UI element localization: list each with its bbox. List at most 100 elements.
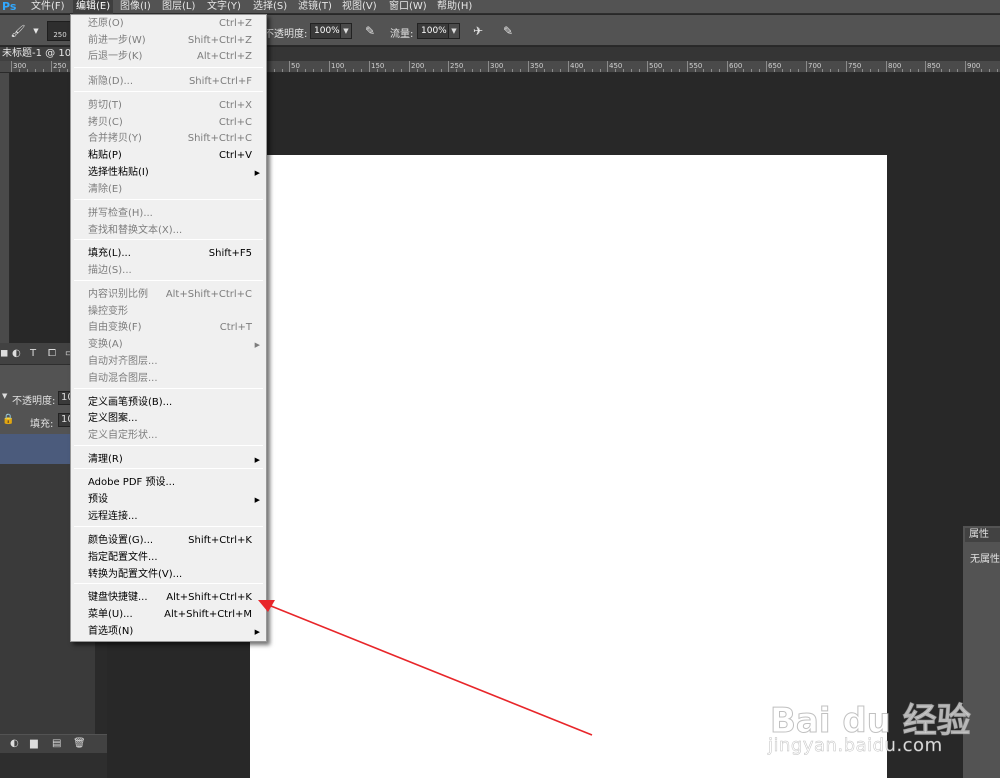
edit-menu-item[interactable]: 定义画笔预设(B)... <box>71 395 266 411</box>
type-filter-icon[interactable]: T <box>30 348 36 359</box>
menu-layer[interactable]: 图层(L) <box>162 0 195 14</box>
lock-icon[interactable]: 🔒 <box>2 414 14 425</box>
edit-menu-item[interactable]: 查找和替换文本(X)... <box>71 223 266 239</box>
edit-menu-item[interactable]: 内容识别比例 Alt+Shift+Ctrl+C <box>71 287 266 303</box>
menu-file[interactable]: 文件(F) <box>31 0 65 14</box>
edit-menu-item[interactable]: 颜色设置(G)... Shift+Ctrl+K <box>71 533 266 549</box>
menu-separator <box>74 468 263 469</box>
shape-filter-icon[interactable]: ⧠ <box>48 348 56 359</box>
edit-menu-item[interactable]: 还原(O) Ctrl+Z <box>71 16 266 32</box>
ruler-minor-tick <box>759 69 760 72</box>
ruler-minor-tick <box>353 69 354 72</box>
edit-menu-item[interactable]: 合并拷贝(Y) Shift+Ctrl+C <box>71 131 266 147</box>
menu-view[interactable]: 视图(V) <box>342 0 377 14</box>
menu-item-label: 拷贝(C) <box>88 117 123 128</box>
edit-menu-item[interactable]: 粘贴(P) Ctrl+V <box>71 148 266 164</box>
edit-menu-item[interactable]: 指定配置文件... <box>71 550 266 566</box>
submenu-arrow-icon: ▶ <box>254 628 260 636</box>
menu-image[interactable]: 图像(I) <box>120 0 151 14</box>
submenu-arrow-icon: ▶ <box>254 169 260 177</box>
ruler-minor-tick <box>774 69 775 72</box>
edit-menu-item[interactable]: 首选项(N) ▶ <box>71 624 266 640</box>
edit-menu-item[interactable]: 渐隐(D)... Shift+Ctrl+F <box>71 74 266 90</box>
opacity-dropdown-icon[interactable]: ▼ <box>340 23 352 39</box>
edit-menu-item[interactable]: 操控变形 <box>71 304 266 320</box>
edit-menu-item[interactable]: 剪切(T) Ctrl+X <box>71 98 266 114</box>
menu-item-label: 拼写检查(H)... <box>88 208 153 219</box>
pressure-opacity-icon[interactable]: ✎ <box>362 23 378 39</box>
adjustment-filter-icon[interactable]: ◐ <box>12 348 21 359</box>
menu-item-label: 描边(S)... <box>88 265 132 276</box>
menu-edit[interactable]: 编辑(E) <box>73 0 114 14</box>
edit-menu-item[interactable]: 转换为配置文件(V)... <box>71 567 266 583</box>
watermark-url: jingyan.baidu.com <box>768 735 943 757</box>
vertical-ruler <box>0 73 10 343</box>
edit-menu-item[interactable]: 拷贝(C) Ctrl+C <box>71 115 266 131</box>
edit-menu-item[interactable]: 后退一步(K) Alt+Ctrl+Z <box>71 49 266 65</box>
brush-tool-icon[interactable]: 🖌 <box>10 23 26 39</box>
menu-select[interactable]: 选择(S) <box>253 0 287 14</box>
ruler-minor-tick <box>433 69 434 72</box>
ruler-minor-tick <box>918 69 919 72</box>
ruler-minor-tick <box>910 69 911 72</box>
edit-menu-item[interactable]: 清理(R) ▶ <box>71 452 266 468</box>
chevron-down-icon[interactable]: ▼ <box>2 392 7 400</box>
edit-menu-item[interactable]: Adobe PDF 预设... <box>71 475 266 491</box>
adjustment-layer-icon[interactable]: ◐ <box>10 738 19 749</box>
chevron-down-icon[interactable]: ▼ <box>28 23 44 39</box>
flow-dropdown-icon[interactable]: ▼ <box>448 23 460 39</box>
pressure-size-icon[interactable]: ✎ <box>500 23 516 39</box>
ruler-minor-tick <box>337 69 338 72</box>
menu-item-label: 变换(A) <box>88 339 123 350</box>
menu-item-shortcut: Alt+Shift+Ctrl+C <box>165 289 252 300</box>
menu-separator <box>74 388 263 389</box>
ruler-minor-tick <box>894 69 895 72</box>
edit-menu-item[interactable]: 拼写检查(H)... <box>71 206 266 222</box>
edit-menu-item[interactable]: 远程连接... <box>71 509 266 525</box>
new-layer-icon[interactable]: ▤ <box>52 738 61 749</box>
edit-menu-item[interactable]: 自动混合图层... <box>71 371 266 387</box>
ruler-minor-tick <box>933 69 934 72</box>
edit-menu-item[interactable]: 键盘快捷键... Alt+Shift+Ctrl+K <box>71 590 266 606</box>
menu-filter[interactable]: 滤镜(T) <box>298 0 332 14</box>
edit-menu-item[interactable]: 定义图案... <box>71 411 266 427</box>
edit-menu-item[interactable]: 填充(L)... Shift+F5 <box>71 246 266 262</box>
ruler-minor-tick <box>743 69 744 72</box>
submenu-arrow-icon: ▶ <box>254 341 260 349</box>
edit-menu-item[interactable]: 定义自定形状... <box>71 428 266 444</box>
ruler-minor-tick <box>782 69 783 72</box>
edit-menu-item[interactable]: 自由变换(F) Ctrl+T <box>71 320 266 336</box>
pixel-filter-icon[interactable]: ◼ <box>0 348 8 359</box>
ruler-minor-tick <box>838 69 839 72</box>
edit-menu-item[interactable]: 前进一步(W) Shift+Ctrl+Z <box>71 33 266 49</box>
document-tab[interactable]: 未标题-1 @ 10 <box>0 47 80 61</box>
ruler-minor-tick <box>464 69 465 72</box>
edit-menu-item[interactable]: 清除(E) <box>71 182 266 198</box>
folder-icon[interactable]: ▆ <box>30 738 38 749</box>
edit-menu-item[interactable]: 预设 ▶ <box>71 492 266 508</box>
edit-menu-item[interactable]: 变换(A) ▶ <box>71 337 266 353</box>
document-canvas[interactable] <box>250 155 887 778</box>
menu-item-shortcut: Alt+Shift+Ctrl+K <box>166 592 252 603</box>
menu-item-label: 颜色设置(G)... <box>88 535 154 546</box>
menu-item-label: 渐隐(D)... <box>88 76 134 87</box>
menu-item-label: 自由变换(F) <box>88 322 142 333</box>
ruler-minor-tick <box>719 69 720 72</box>
ruler-minor-tick <box>902 69 903 72</box>
airbrush-icon[interactable]: ✈ <box>470 23 486 39</box>
ruler-minor-tick <box>584 69 585 72</box>
menu-item-label: 菜单(U)... <box>88 609 133 620</box>
edit-menu-item[interactable]: 选择性粘贴(I) ▶ <box>71 165 266 181</box>
menu-help[interactable]: 帮助(H) <box>437 0 472 14</box>
edit-menu-item[interactable]: 菜单(U)... Alt+Shift+Ctrl+M <box>71 607 266 623</box>
ruler-minor-tick <box>536 69 537 72</box>
menu-window[interactable]: 窗口(W) <box>389 0 427 14</box>
tab-properties[interactable]: 属性 <box>965 528 1000 542</box>
trash-icon[interactable]: 🗑 <box>73 738 86 749</box>
menu-item-label: 定义画笔预设(B)... <box>88 397 173 408</box>
edit-menu-item[interactable]: 描边(S)... <box>71 263 266 279</box>
ruler-minor-tick <box>456 69 457 72</box>
edit-menu-item[interactable]: 自动对齐图层... <box>71 354 266 370</box>
menu-separator <box>74 199 263 200</box>
menu-type[interactable]: 文字(Y) <box>207 0 241 14</box>
